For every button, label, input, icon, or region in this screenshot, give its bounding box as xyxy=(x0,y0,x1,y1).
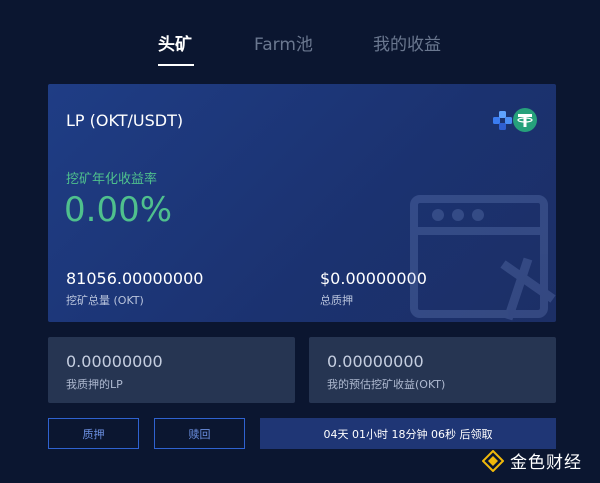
my-staked-lp-card: 0.00000000 我质押的LP xyxy=(48,337,295,403)
tab-farm-pool[interactable]: Farm池 xyxy=(254,30,313,55)
tab-bar: 头矿 Farm池 我的收益 xyxy=(0,0,600,70)
redeem-button[interactable]: 赎回 xyxy=(154,418,245,449)
my-staked-lp-label: 我质押的LP xyxy=(66,378,123,391)
my-estimated-earnings-card: 0.00000000 我的预估挖矿收益(OKT) xyxy=(309,337,556,403)
apy-label: 挖矿年化收益率 xyxy=(66,172,158,187)
total-staked-label: 总质押 xyxy=(320,294,353,307)
tab-head-mining[interactable]: 头矿 xyxy=(158,30,192,55)
active-tab-indicator xyxy=(158,64,194,66)
my-estimated-earnings-label: 我的预估挖矿收益(OKT) xyxy=(327,378,446,391)
my-staked-lp-value: 0.00000000 xyxy=(66,352,163,371)
pool-title: LP (OKT/USDT) xyxy=(66,111,184,130)
token-pair-icons xyxy=(493,108,537,132)
pool-card: LP (OKT/USDT) 挖矿年化收益率 0.00% 81056.000000… xyxy=(48,84,556,322)
total-mined-label: 挖矿总量 (OKT) xyxy=(66,294,144,307)
mining-window-watermark-icon xyxy=(410,195,556,321)
usdt-token-icon xyxy=(513,108,537,132)
apy-value: 0.00% xyxy=(64,190,173,230)
brand-text: 金色财经 xyxy=(510,453,582,473)
jinse-logo-icon xyxy=(482,449,504,472)
tab-my-earnings[interactable]: 我的收益 xyxy=(373,30,441,55)
total-mined-value: 81056.00000000 xyxy=(66,269,204,288)
brand-watermark: 金色财经 xyxy=(482,448,582,473)
my-estimated-earnings-value: 0.00000000 xyxy=(327,352,424,371)
okt-token-icon xyxy=(493,111,512,130)
claim-countdown-button[interactable]: 04天 01小时 18分钟 06秒 后领取 xyxy=(260,418,556,449)
stake-button[interactable]: 质押 xyxy=(48,418,139,449)
